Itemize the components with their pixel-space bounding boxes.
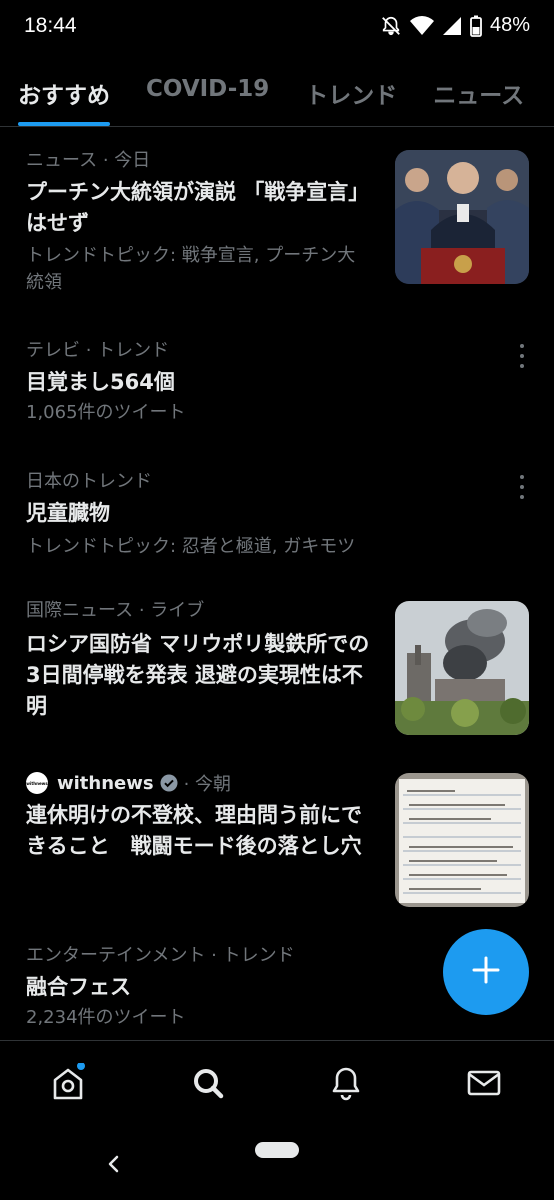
home-gesture-pill[interactable] xyxy=(255,1142,299,1158)
wifi-icon xyxy=(409,15,434,36)
news-item[interactable]: 国際ニュース · ライブ ロシア国防省 マリウポリ製鉄所での3日間停戦を発表 退… xyxy=(0,599,554,739)
news-thumbnail-image xyxy=(395,601,529,735)
search-icon[interactable] xyxy=(188,1063,228,1103)
news-thumbnail-image xyxy=(395,150,529,284)
item-source-row: withnews withnews · 今朝 xyxy=(26,770,371,796)
item-time: · 今朝 xyxy=(183,774,232,795)
notifications-off-icon xyxy=(380,15,402,37)
tab-recommended[interactable]: おすすめ xyxy=(0,60,128,126)
source-name: withnews xyxy=(57,772,154,794)
plus-icon xyxy=(471,955,501,989)
item-title: プーチン大統領が演説 「戦争宣言」はせず xyxy=(26,180,370,235)
more-options-icon[interactable] xyxy=(512,344,532,368)
home-icon[interactable] xyxy=(48,1062,88,1103)
item-title: 児童臓物 xyxy=(26,501,110,525)
battery-percent: 48% xyxy=(489,14,530,36)
item-meta: 日本のトレンド xyxy=(26,471,152,492)
item-subtitle: トレンドトピック: 忍者と極道, ガキモツ xyxy=(26,536,356,557)
news-item[interactable]: ニュース · 今日 プーチン大統領が演説 「戦争宣言」はせず トレンドトピック:… xyxy=(0,147,554,307)
status-time: 18:44 xyxy=(24,14,77,37)
system-navigation-bar xyxy=(0,1128,554,1200)
tab-label: トレンド xyxy=(305,83,398,109)
status-bar: 18:44 48% xyxy=(0,0,554,56)
battery-icon xyxy=(470,15,482,37)
explore-tabs: おすすめ COVID-19 トレンド ニュース xyxy=(0,60,554,126)
back-icon[interactable] xyxy=(104,1154,124,1178)
trend-item[interactable]: テレビ · トレンド 目覚まし564個 1,065件のツイート xyxy=(0,337,554,437)
item-title: 連休明けの不登校、理由問う前にできること 戦闘モード後の落とし穴 xyxy=(26,803,362,858)
tab-label: COVID-19 xyxy=(146,76,270,102)
trend-item[interactable]: 日本のトレンド 児童臓物 トレンドトピック: 忍者と極道, ガキモツ xyxy=(0,468,554,568)
tab-news[interactable]: ニュース xyxy=(415,60,542,126)
bell-icon[interactable] xyxy=(326,1063,366,1103)
withnews-logo: withnews xyxy=(26,772,48,794)
item-meta: 国際ニュース · ライブ xyxy=(26,600,205,621)
compose-button[interactable] xyxy=(443,929,529,1015)
tab-label: おすすめ xyxy=(18,83,110,109)
item-meta: エンターテインメント · トレンド xyxy=(26,945,295,966)
more-options-icon[interactable] xyxy=(512,475,532,499)
bottom-navigation xyxy=(0,1040,554,1129)
item-title: ロシア国防省 マリウポリ製鉄所での3日間停戦を発表 退避の実現性は不明 xyxy=(26,632,370,718)
tab-covid[interactable]: COVID-19 xyxy=(128,60,287,126)
item-meta: テレビ · トレンド xyxy=(26,340,170,361)
news-item[interactable]: withnews withnews · 今朝 連休明けの不登校、理由問う前にでき… xyxy=(0,770,554,910)
signal-icon xyxy=(442,16,462,36)
tab-label: ニュース xyxy=(433,83,525,109)
item-title: 目覚まし564個 xyxy=(26,370,175,394)
item-title: 融合フェス xyxy=(26,975,131,999)
mail-icon[interactable] xyxy=(464,1063,504,1103)
item-meta: ニュース · 今日 xyxy=(26,150,151,171)
tabs-divider xyxy=(0,126,554,127)
item-subtitle: トレンドトピック: 戦争宣言, プーチン大統領 xyxy=(26,245,356,293)
tab-trends[interactable]: トレンド xyxy=(287,60,415,126)
item-subtitle: 1,065件のツイート xyxy=(26,402,186,423)
verified-badge-icon xyxy=(160,774,178,792)
item-subtitle: 2,234件のツイート xyxy=(26,1007,186,1028)
news-thumbnail-image xyxy=(395,773,529,907)
status-icons: 48% xyxy=(380,14,530,37)
